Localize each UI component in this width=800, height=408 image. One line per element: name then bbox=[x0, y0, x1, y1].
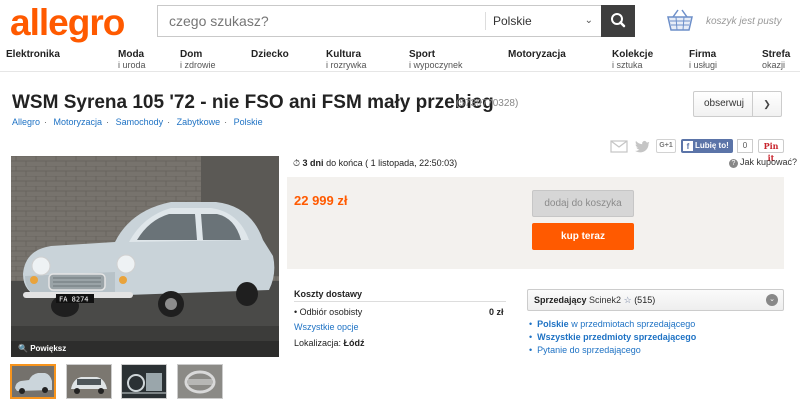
like-count: 0 bbox=[737, 139, 753, 153]
seller-rating[interactable]: (515) bbox=[634, 295, 655, 305]
facebook-icon: f bbox=[683, 141, 693, 151]
thumbnail-3[interactable] bbox=[121, 364, 167, 399]
category-automotive[interactable]: Motoryzacja bbox=[508, 50, 566, 60]
category-business[interactable]: Firma i usługi bbox=[689, 50, 717, 71]
search-icon bbox=[611, 13, 626, 28]
time-left-detail: do końca ( 1 listopada, 22:50:03) bbox=[323, 158, 458, 168]
seller-box[interactable]: Sprzedający Scinek2 ☆ (515) ⌄ bbox=[527, 289, 784, 311]
breadcrumb-item[interactable]: Allegro bbox=[12, 117, 40, 127]
shipping-title: Koszty dostawy bbox=[294, 289, 363, 299]
all-shipping-options-link[interactable]: Wszystkie opcje bbox=[294, 322, 359, 332]
seller-label: Sprzedający bbox=[534, 295, 587, 305]
question-icon: ? bbox=[729, 159, 738, 168]
chevron-down-icon[interactable]: ❯ bbox=[752, 92, 781, 116]
zoom-label: Powiększ bbox=[30, 344, 67, 353]
category-home[interactable]: Dom i zdrowie bbox=[180, 50, 216, 71]
breadcrumb-item[interactable]: Samochody bbox=[116, 117, 164, 127]
watch-button-label: obserwuj bbox=[703, 98, 745, 109]
thumbnail-2[interactable] bbox=[66, 364, 112, 399]
facebook-like-button[interactable]: f Lubię to! bbox=[681, 139, 733, 153]
category-culture[interactable]: Kultura i rozrywka bbox=[326, 50, 367, 71]
location-label: Lokalizacja: bbox=[294, 338, 342, 348]
pickup-price: 0 zł bbox=[489, 307, 504, 317]
cart-status[interactable]: koszyk jest pusty bbox=[706, 16, 782, 27]
star-icon: ☆ bbox=[623, 295, 632, 305]
breadcrumb-item[interactable]: Zabytkowe bbox=[177, 117, 221, 127]
help-link-label: Jak kupować? bbox=[740, 157, 798, 167]
time-left: ⏱ 3 dni do końca ( 1 listopada, 22:50:03… bbox=[293, 158, 457, 169]
location-value: Łódź bbox=[343, 338, 365, 348]
category-deals[interactable]: Strefa okazji bbox=[762, 50, 790, 71]
thumbnail-1[interactable] bbox=[10, 364, 56, 399]
help-link[interactable]: ? Jak kupować? bbox=[729, 157, 797, 168]
breadcrumb-item[interactable]: Motoryzacja bbox=[54, 117, 103, 127]
search-category-value: Polskie bbox=[493, 14, 532, 28]
car-photo-image: FA 8274 bbox=[11, 156, 279, 357]
add-to-cart-button[interactable]: dodaj do koszyka bbox=[532, 190, 634, 217]
seller-link[interactable]: • Wszystkie przedmioty sprzedającego bbox=[529, 331, 696, 344]
seller-nick[interactable]: Scinek2 bbox=[589, 295, 621, 305]
bullet-icon: • bbox=[294, 307, 298, 317]
category-electronics[interactable]: Elektronika bbox=[6, 50, 60, 60]
search-category-select[interactable]: Polskie ⌄ bbox=[485, 12, 603, 30]
product-photo[interactable]: FA 8274 bbox=[11, 156, 279, 357]
search-input[interactable] bbox=[158, 6, 485, 36]
category-fashion[interactable]: Moda i uroda bbox=[118, 50, 146, 71]
search-button[interactable] bbox=[601, 5, 635, 37]
search-bar: Polskie ⌄ bbox=[157, 5, 635, 37]
license-plate: FA 8274 bbox=[59, 296, 89, 304]
email-icon[interactable] bbox=[610, 139, 628, 153]
location: Lokalizacja: Łódź bbox=[294, 338, 365, 348]
breadcrumb-item[interactable]: Polskie bbox=[234, 117, 263, 127]
price: 22 999 zł bbox=[294, 193, 348, 208]
facebook-like-label: Lubię to! bbox=[695, 141, 729, 150]
basket-icon[interactable] bbox=[665, 8, 695, 34]
seller-link[interactable]: • Pytanie do sprzedającego bbox=[529, 344, 696, 357]
chevron-down-icon[interactable]: ⌄ bbox=[766, 294, 778, 306]
thumbnail-4[interactable] bbox=[177, 364, 223, 399]
twitter-icon[interactable] bbox=[634, 139, 650, 153]
chevron-down-icon: ⌄ bbox=[584, 15, 593, 26]
time-left-days: 3 dni bbox=[302, 158, 324, 168]
pickup-option: • Odbiór osobisty bbox=[294, 307, 363, 317]
divider bbox=[294, 301, 506, 302]
breadcrumb: Allegro · Motoryzacja · Samochody · Zabytko… bbox=[12, 117, 263, 127]
buy-now-button[interactable]: kup teraz bbox=[532, 223, 634, 250]
google-plus-button[interactable]: G+1 bbox=[656, 139, 676, 153]
magnifier-icon: 🔍 bbox=[18, 344, 28, 353]
category-sport[interactable]: Sport i wypoczynek bbox=[409, 50, 463, 71]
watch-button[interactable]: obserwuj ❯ bbox=[693, 91, 782, 117]
offer-title: WSM Syrena 105 '72 - nie FSO ani FSM mał… bbox=[12, 92, 494, 113]
zoom-button[interactable]: 🔍 Powiększ bbox=[11, 341, 279, 357]
allegro-logo[interactable]: allegro bbox=[10, 2, 125, 44]
pinterest-button[interactable]: Pin it bbox=[758, 139, 784, 163]
category-kids[interactable]: Dziecko bbox=[251, 50, 289, 60]
clock-icon: ⏱ bbox=[293, 158, 301, 168]
seller-links: • Polskie w przedmiotach sprzedającego • W… bbox=[529, 318, 696, 357]
offer-id: (5739770328) bbox=[456, 98, 519, 109]
category-collections[interactable]: Kolekcje i sztuka bbox=[612, 50, 653, 71]
category-nav: Elektronika Moda i uroda Dom i zdrowie Dzi… bbox=[0, 46, 800, 72]
seller-link[interactable]: • Polskie w przedmiotach sprzedającego bbox=[529, 318, 696, 331]
